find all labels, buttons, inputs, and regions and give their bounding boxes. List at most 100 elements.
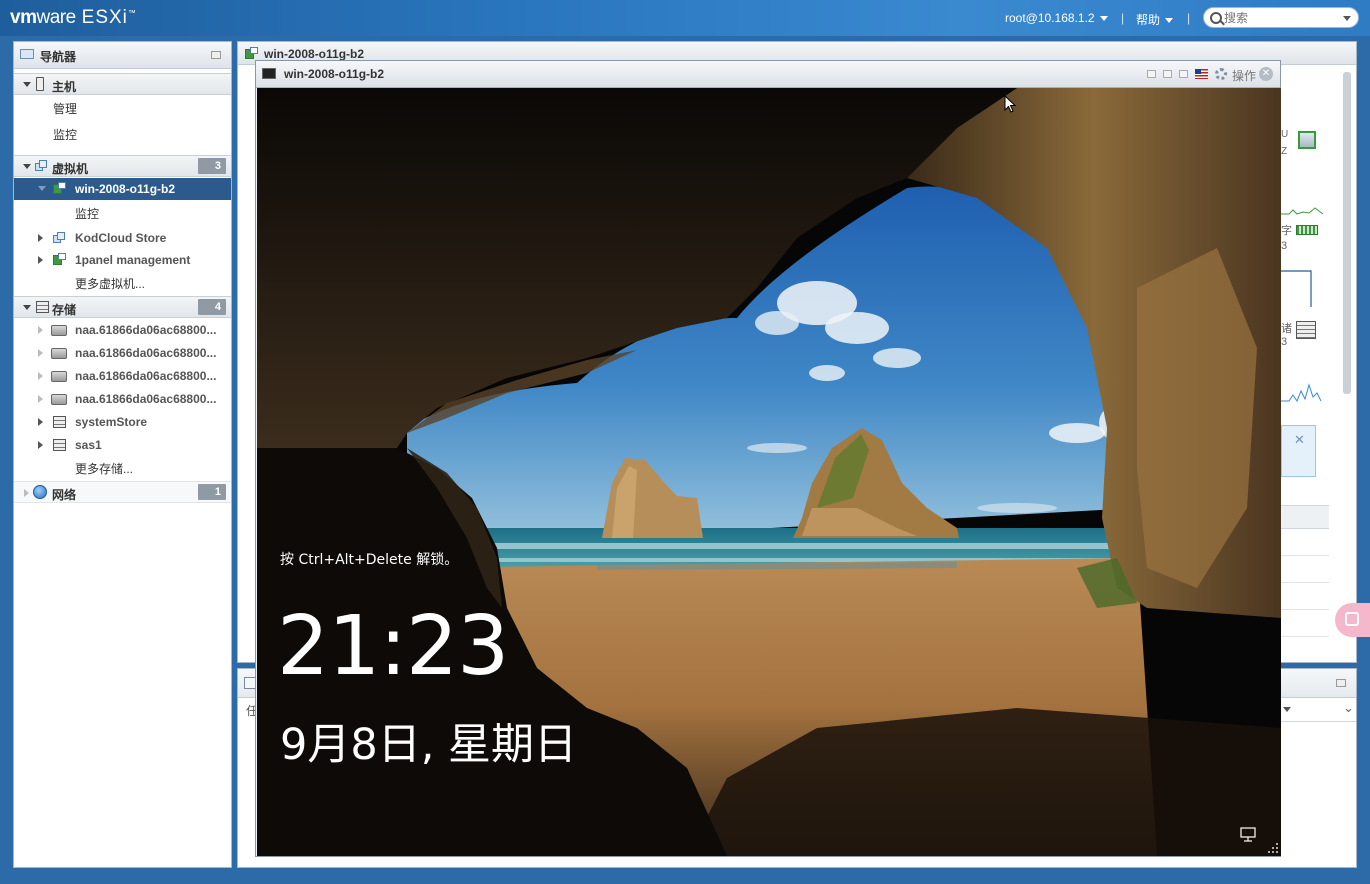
vm-group-icon — [35, 160, 48, 172]
navigator-title: 导航器 — [40, 50, 77, 64]
translate-widget[interactable] — [1335, 603, 1370, 637]
expand-icon[interactable] — [38, 234, 43, 242]
disk-icon — [51, 348, 67, 359]
top-bar: vmware ESXi™ root@10.168.1.2 | 帮助 | — [0, 0, 1370, 36]
console-actions-menu[interactable]: 操作 — [1232, 67, 1256, 84]
nav-disk-label: naa.61866da06ac68800... — [75, 346, 217, 360]
expand-icon[interactable] — [38, 326, 43, 334]
vm-console-window[interactable]: win-2008-o11g-b2 操作 ✕ 按 Ctrl+Alt+Delete … — [255, 60, 1281, 857]
minimize-icon[interactable] — [1163, 70, 1172, 78]
translate-icon — [1345, 612, 1359, 626]
nav-vm-label: KodCloud Store — [75, 231, 167, 245]
expand-icon[interactable] — [23, 164, 31, 169]
close-icon[interactable]: ✕ — [1294, 432, 1305, 448]
disk-icon — [51, 325, 67, 336]
expand-icon[interactable] — [38, 349, 43, 357]
vm-summary-title: win-2008-o11g-b2 — [264, 47, 365, 61]
disk-icon — [51, 394, 67, 405]
console-icon — [262, 68, 276, 79]
expand-icon[interactable] — [38, 256, 43, 264]
storage-icon — [36, 301, 49, 313]
storage-count-badge: 4 — [198, 299, 226, 315]
storage-icon — [1296, 321, 1316, 339]
disk-icon — [51, 371, 67, 382]
expand-icon[interactable] — [38, 441, 43, 449]
nav-host-monitor[interactable]: 监控 — [53, 126, 77, 143]
help-menu[interactable]: 帮助 — [1136, 11, 1174, 28]
resource-label-fragment: U — [1281, 129, 1289, 140]
info-notification: ✕ — [1281, 425, 1316, 477]
console-title: win-2008-o11g-b2 — [284, 67, 385, 81]
nav-datastore-label: systemStore — [75, 415, 148, 429]
nav-storage-label: 存储 — [52, 303, 77, 317]
resource-label-fragment: 字 — [1281, 225, 1292, 237]
lockscreen-date: 9月8日, 星期日 — [280, 720, 578, 770]
resource-label-fragment: 3 — [1281, 240, 1288, 252]
guest-screen[interactable]: 按 Ctrl+Alt+Delete 解锁。 21:23 9月8日, 星期日 — [257, 88, 1281, 856]
lockscreen-time: 21:23 — [277, 599, 509, 694]
resize-grip-icon[interactable] — [1267, 842, 1279, 854]
datastore-icon — [53, 416, 66, 428]
search-icon — [1210, 12, 1222, 24]
console-titlebar[interactable]: win-2008-o11g-b2 操作 ✕ — [256, 61, 1280, 88]
memory-sparkline — [1281, 270, 1312, 307]
nav-section-vms[interactable]: 虚拟机 3 — [14, 155, 231, 177]
memory-icon — [1296, 225, 1318, 235]
nav-datastore-label: sas1 — [75, 438, 102, 452]
network-status-icon[interactable] — [1240, 827, 1258, 843]
divider: | — [1121, 11, 1125, 25]
nav-host-label: 主机 — [52, 80, 77, 94]
navigator-header: 导航器 — [14, 42, 231, 69]
vm-running-icon — [53, 253, 66, 266]
divider: | — [1187, 11, 1191, 25]
resource-label-fragment: 3 — [1281, 336, 1288, 348]
expand-icon[interactable] — [38, 395, 43, 403]
nav-vm-selected[interactable]: win-2008-o11g-b2 — [14, 178, 231, 200]
vm-icon — [53, 232, 66, 244]
cpu-sparkline — [1281, 207, 1323, 215]
unlock-hint: 按 Ctrl+Alt+Delete 解锁。 — [280, 552, 459, 568]
expand-icon[interactable] — [38, 372, 43, 380]
nav-disk-label: naa.61866da06ac68800... — [75, 392, 217, 406]
nav-vm-monitor[interactable]: 监控 — [75, 205, 99, 222]
resource-label-fragment: Z — [1281, 146, 1288, 157]
scrollbar-thumb[interactable] — [1343, 72, 1351, 394]
nav-vms-label: 虚拟机 — [52, 162, 89, 176]
nav-section-storage[interactable]: 存储 4 — [14, 296, 231, 318]
collapse-panel-icon[interactable] — [1336, 679, 1346, 687]
chevron-down-icon[interactable] — [1343, 16, 1351, 21]
navigator-icon — [20, 49, 34, 59]
chevron-down-icon — [1165, 18, 1174, 24]
nav-host-manage[interactable]: 管理 — [53, 100, 77, 117]
expand-icon[interactable] — [23, 82, 31, 87]
nav-section-host[interactable]: 主机 — [14, 73, 231, 95]
vm-running-icon — [53, 182, 66, 195]
keyboard-layout-flag-icon[interactable] — [1195, 69, 1208, 79]
close-icon[interactable]: ✕ — [1259, 67, 1273, 81]
nav-more-storage-link[interactable]: 更多存储... — [75, 460, 133, 477]
user-menu[interactable]: root@10.168.1.2 — [1005, 11, 1108, 25]
search-input[interactable] — [1224, 10, 1342, 25]
expand-icon[interactable] — [38, 418, 43, 426]
host-icon — [36, 77, 44, 91]
restore-icon[interactable] — [1147, 70, 1156, 78]
chevron-down-icon — [1099, 16, 1108, 22]
datastore-icon — [53, 439, 66, 451]
resource-label-fragment: 诸 — [1281, 323, 1292, 335]
nav-section-network[interactable]: 网络 1 — [14, 481, 231, 503]
expand-icon[interactable] — [38, 186, 46, 191]
nav-vm-label: 1panel management — [75, 253, 191, 267]
expand-icon[interactable] — [23, 305, 31, 310]
nav-more-vms-link[interactable]: 更多虚拟机... — [75, 275, 145, 292]
nav-network-label: 网络 — [52, 488, 77, 502]
vmware-esxi-logo: vmware ESXi™ — [10, 7, 136, 28]
vm-count-badge: 3 — [198, 158, 226, 174]
maximize-icon[interactable] — [1179, 70, 1188, 78]
gear-icon[interactable] — [1215, 68, 1227, 80]
info-table-fragment — [1281, 505, 1329, 663]
mouse-cursor-icon — [1004, 95, 1016, 113]
search-box[interactable] — [1203, 7, 1359, 28]
expand-icon[interactable] — [24, 489, 29, 497]
storage-sparkline — [1281, 383, 1322, 403]
collapse-panel-icon[interactable] — [211, 51, 221, 59]
